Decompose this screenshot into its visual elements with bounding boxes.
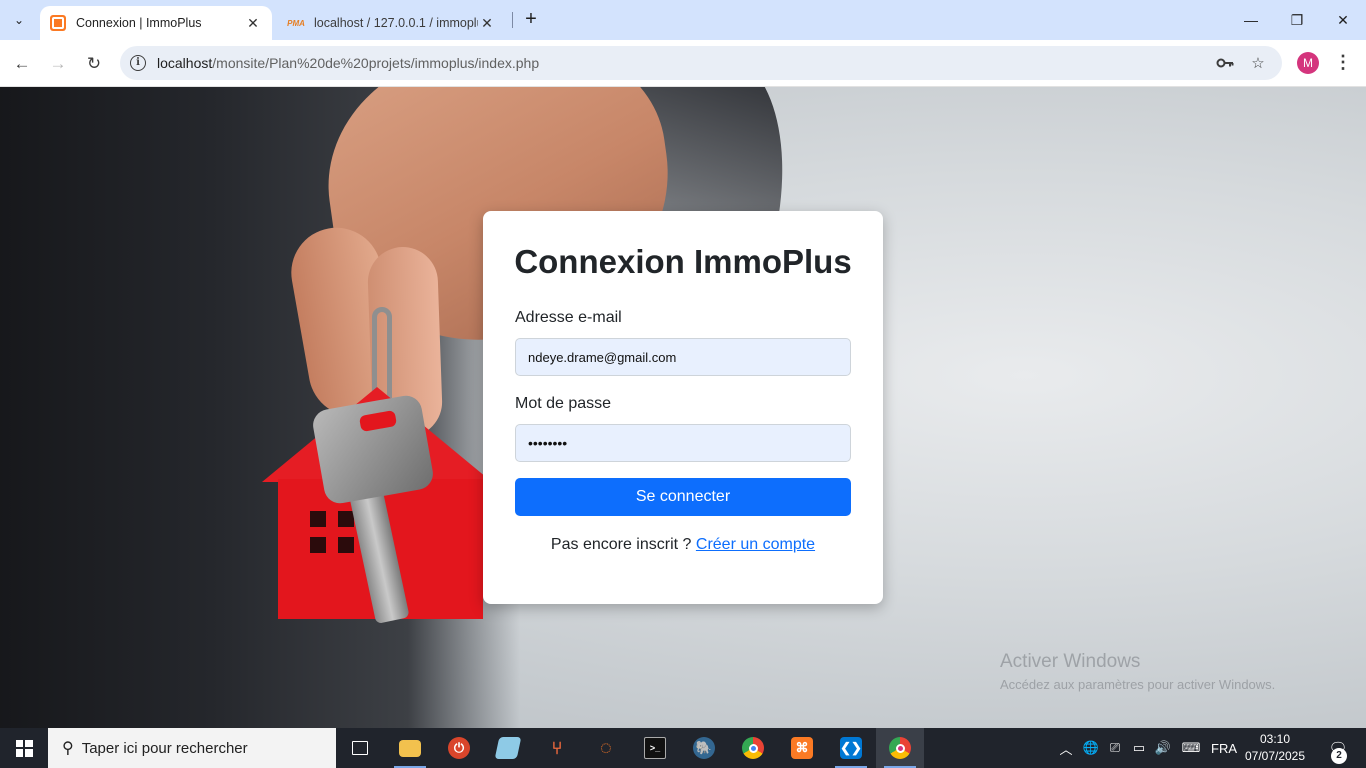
- windows-taskbar: ⚲ Taper ici pour rechercher ⏻ ⑂ ◌ >_ 🐘 ⌘…: [0, 728, 1366, 768]
- close-icon[interactable]: ✕: [244, 15, 262, 32]
- house-window: [338, 511, 354, 527]
- tab-title: Connexion | ImmoPlus: [76, 16, 202, 30]
- postgresql-icon: 🐘: [693, 737, 715, 759]
- taskbar-app-notepad[interactable]: [484, 728, 532, 768]
- menu-dots-icon[interactable]: ⋮: [1333, 50, 1353, 76]
- keyboard-icon[interactable]: ⌨: [1176, 728, 1206, 768]
- git-app-icon: ⑂: [551, 737, 563, 758]
- tab-title: localhost / 127.0.0.1 / immoplus: [314, 16, 478, 30]
- password-label: Mot de passe: [515, 395, 612, 412]
- address-bar[interactable]: i localhost/monsite/Plan%20de%20projets/…: [120, 46, 1282, 80]
- chevron-down-icon: ⌄: [13, 13, 25, 27]
- jupyter-icon: ◌: [600, 736, 612, 759]
- avatar[interactable]: M: [1297, 52, 1319, 74]
- task-view-icon: [352, 741, 368, 755]
- house-window: [338, 537, 354, 553]
- xampp-icon: ⌘: [791, 737, 813, 759]
- volume-icon[interactable]: 🔊: [1152, 728, 1174, 768]
- info-icon[interactable]: i: [130, 55, 146, 71]
- start-button[interactable]: [0, 728, 48, 768]
- taskbar-file-explorer[interactable]: [386, 728, 434, 768]
- clock-time: 03:10: [1259, 732, 1291, 746]
- chrome-profile-icon: [889, 737, 911, 759]
- email-label: Adresse e-mail: [515, 309, 622, 326]
- vscode-icon: ❮❯: [840, 737, 862, 759]
- terminal-icon: >_: [644, 737, 666, 759]
- system-clock[interactable]: 03:10 07/07/2025: [1240, 731, 1310, 765]
- house-window: [310, 537, 326, 553]
- key-icon[interactable]: [1215, 53, 1235, 73]
- star-icon[interactable]: ☆: [1248, 53, 1268, 73]
- page-title: Connexion ImmoPlus: [514, 243, 852, 280]
- reload-icon: ↻: [86, 54, 102, 73]
- windows-logo-icon: [15, 739, 33, 757]
- search-icon: ⚲: [62, 740, 74, 757]
- tab-divider: [512, 12, 513, 28]
- taskbar-search[interactable]: ⚲ Taper ici pour rechercher: [48, 728, 336, 768]
- taskbar-app-xampp[interactable]: ⌘: [778, 728, 826, 768]
- back-button[interactable]: ←: [8, 50, 36, 78]
- xampp-icon: [50, 15, 66, 31]
- notepad-icon: [494, 737, 522, 759]
- language-indicator[interactable]: FRA: [1208, 728, 1240, 768]
- tab-search-button[interactable]: ⌄: [6, 7, 32, 33]
- email-field[interactable]: [515, 338, 851, 376]
- watermark-title: Activer Windows: [1000, 651, 1141, 672]
- restore-button[interactable]: ❐: [1274, 0, 1320, 40]
- url-text[interactable]: localhost/monsite/Plan%20de%20projets/im…: [157, 55, 539, 71]
- close-icon[interactable]: ✕: [478, 15, 496, 32]
- login-card: Connexion ImmoPlus Adresse e-mail Mot de…: [483, 211, 883, 604]
- taskbar-app-postgres[interactable]: 🐘: [680, 728, 728, 768]
- notification-count-badge: 2: [1331, 748, 1347, 764]
- battery-icon[interactable]: ▭: [1128, 728, 1150, 768]
- signup-prompt-line: Pas encore inscrit ? Créer un compte: [483, 536, 883, 554]
- browser-toolbar: ← → ↻ i localhost/monsite/Plan%20de%20pr…: [0, 40, 1366, 87]
- taskbar-app-chrome[interactable]: [729, 728, 777, 768]
- page-viewport: Connexion ImmoPlus Adresse e-mail Mot de…: [0, 87, 1366, 728]
- taskbar-app-chrome-profile[interactable]: [876, 728, 924, 768]
- login-button[interactable]: Se connecter: [515, 478, 851, 516]
- taskbar-app-red[interactable]: ⏻: [435, 728, 483, 768]
- globe-icon[interactable]: 🌐: [1080, 728, 1102, 768]
- tray-overflow-chevron-icon[interactable]: ︿: [1056, 728, 1076, 768]
- signup-prompt: Pas encore inscrit ?: [550, 536, 692, 553]
- taskbar-app-terminal[interactable]: >_: [631, 728, 679, 768]
- url-path: /monsite/Plan%20de%20projets/immoplus/in…: [212, 55, 540, 71]
- create-account-link[interactable]: Créer un compte: [696, 536, 815, 553]
- tab-connexion[interactable]: Connexion | ImmoPlus ✕: [40, 6, 272, 40]
- arrow-left-icon: ←: [13, 54, 31, 73]
- windows-activation-watermark: Activer Windows Accédez aux paramètres p…: [1000, 651, 1275, 692]
- folder-icon: [399, 739, 421, 757]
- reload-button[interactable]: ↻: [80, 50, 108, 78]
- search-placeholder: Taper ici pour rechercher: [81, 739, 248, 757]
- taskbar-app-jupyter[interactable]: ◌: [582, 728, 630, 768]
- house-window: [310, 511, 326, 527]
- new-tab-button[interactable]: +: [520, 8, 542, 32]
- power-app-icon: ⏻: [448, 737, 470, 759]
- taskbar-app-git[interactable]: ⑂: [533, 728, 581, 768]
- browser-tab-strip: ⌄ Connexion | ImmoPlus ✕ PMA localhost /…: [0, 0, 1366, 40]
- background-photo-key-head: [310, 393, 436, 506]
- phpmyadmin-icon: PMA: [287, 18, 305, 28]
- close-window-button[interactable]: ✕: [1320, 0, 1366, 40]
- arrow-right-icon: →: [49, 54, 67, 73]
- tab-phpmyadmin[interactable]: PMA localhost / 127.0.0.1 / immoplus ✕: [278, 6, 506, 40]
- chrome-icon: [742, 737, 764, 759]
- meet-now-icon[interactable]: ⎚: [1104, 728, 1126, 768]
- minimize-button[interactable]: —: [1228, 0, 1274, 40]
- password-field[interactable]: [515, 424, 851, 462]
- url-host: localhost: [157, 55, 213, 71]
- clock-date: 07/07/2025: [1244, 749, 1306, 763]
- task-view-button[interactable]: [336, 728, 384, 768]
- watermark-subtitle: Accédez aux paramètres pour activer Wind…: [1000, 677, 1276, 692]
- forward-button[interactable]: →: [44, 50, 72, 78]
- taskbar-app-vscode[interactable]: ❮❯: [827, 728, 875, 768]
